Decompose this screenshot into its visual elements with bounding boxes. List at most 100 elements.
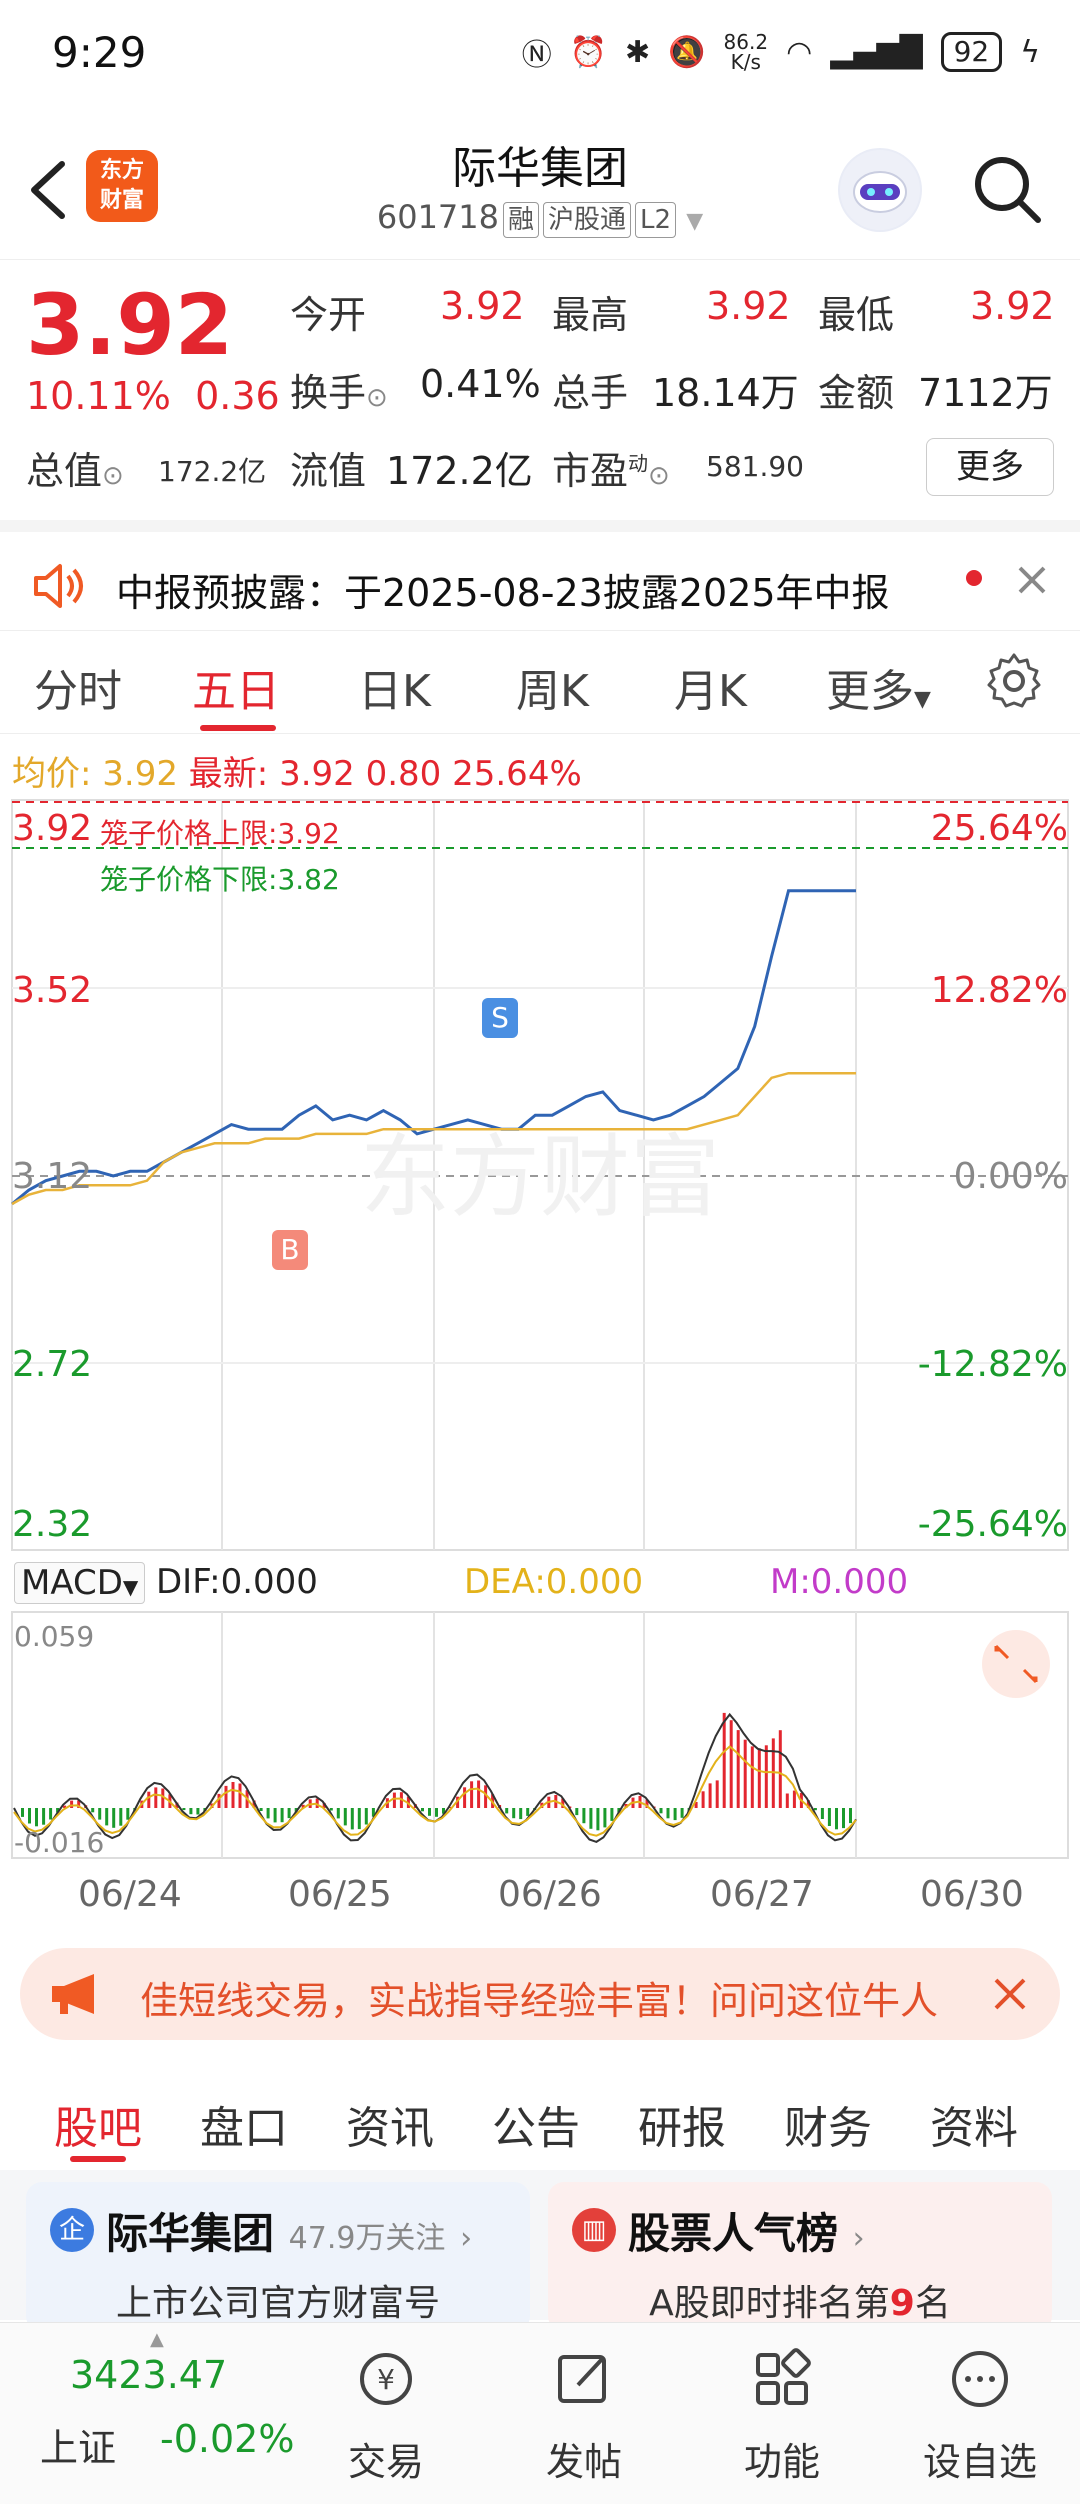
grid-icon (756, 2348, 811, 2405)
tab-monthly-k[interactable]: 月K (674, 655, 747, 719)
macd-bar (21, 1808, 24, 1817)
total-value: 172.2亿 (158, 455, 267, 488)
sell-marker[interactable]: S (482, 998, 518, 1038)
popularity-card[interactable]: ▥ 股票人气榜 › A股即时排名第9名 (548, 2182, 1052, 2332)
info-icon[interactable]: ⊙ (366, 383, 388, 413)
subtab-orderbook[interactable]: 盘口 (200, 2092, 288, 2156)
ytick-left-5: 2.32 (12, 1504, 93, 1545)
price-change: 10.11% 0.36 (26, 374, 280, 418)
turnover-label: 换手⊙ (290, 371, 388, 415)
popularity-card-sub: A股即时排名第9名 (649, 2283, 951, 2324)
index-ticker[interactable]: ▲ 3423.47 上证 -0.02% (0, 2323, 310, 2504)
macd-bar (820, 1808, 824, 1819)
trade-icon: ¥ (360, 2353, 412, 2405)
info-icon[interactable]: ⊙ (648, 461, 670, 491)
company-card-title: 际华集团 47.9万关注 › (106, 2209, 473, 2258)
stock-header: 东方 财富 际华集团 601718 融沪股通 L2 ▼ (0, 110, 1080, 260)
subtab-forum[interactable]: 股吧 (54, 2092, 142, 2156)
buy-marker[interactable]: B (272, 1230, 308, 1270)
dropdown-icon: ▼ (686, 209, 704, 234)
macd-bar (357, 1808, 361, 1830)
info-icon[interactable]: ⊙ (102, 461, 124, 491)
macd-bar (835, 1808, 838, 1830)
up-arrow-icon: ▲ (150, 2329, 164, 2350)
macd-bar (280, 1808, 284, 1823)
macd-bar (673, 1808, 677, 1821)
more-button[interactable]: 更多 (926, 438, 1054, 496)
low-label: 最低 (818, 293, 895, 337)
macd-bar (842, 1808, 845, 1829)
macd-bar (91, 1808, 95, 1813)
macd-bar (70, 1800, 74, 1808)
subtab-research[interactable]: 研报 (638, 2092, 726, 2156)
amount-value: 7112万 (918, 371, 1053, 415)
macd-bar (785, 1793, 789, 1808)
notice-bar[interactable]: 中报预披露：于2025-08-23披露2025年中报 (0, 520, 1080, 628)
nfc-icon: Ⓝ (521, 38, 552, 73)
nav-features[interactable]: 功能 (682, 2323, 882, 2504)
net-speed: 86.2 K/s (723, 30, 769, 74)
nav-add-watchlist[interactable]: 设自选 (880, 2323, 1080, 2504)
macd-bar (505, 1808, 509, 1814)
macd-bar (364, 1808, 368, 1825)
macd-bar (231, 1782, 235, 1808)
macd-bar (526, 1808, 530, 1816)
status-icons: Ⓝ ⏰ ✱ 🔕 86.2 K/s ◠ ▂▄▆█ 92 ϟ (522, 30, 1040, 74)
volume-label: 总手 (552, 371, 629, 415)
company-card-sub: 上市公司官方财富号 (115, 2283, 440, 2324)
status-bar: 9:29 Ⓝ ⏰ ✱ 🔕 86.2 K/s ◠ ▂▄▆█ 92 ϟ (0, 0, 1080, 110)
promo-banner[interactable]: 佳短线交易，实战指导经验丰富！问问这位牛人 (20, 1948, 1060, 2040)
ytick-right-2: 12.82% (930, 970, 1068, 1011)
subtab-financials[interactable]: 财务 (784, 2092, 872, 2156)
macd-bar (98, 1808, 102, 1820)
macd-bar (266, 1808, 270, 1819)
expand-chart-button[interactable] (982, 1630, 1050, 1698)
battery-level: 92 (940, 32, 1003, 72)
volume-value: 18.14万 (652, 371, 799, 415)
macd-bar (680, 1808, 684, 1818)
macd-bar (708, 1783, 712, 1808)
macd-bar (519, 1808, 523, 1820)
macd-bar (154, 1787, 158, 1808)
macd-bar (119, 1808, 123, 1826)
tab-daily-k[interactable]: 日K (358, 655, 431, 719)
macd-bar (778, 1730, 782, 1808)
macd-bar (428, 1808, 431, 1816)
settings-icon[interactable] (984, 651, 1044, 711)
macd-bar (792, 1790, 796, 1808)
float-value-label: 流值 (290, 449, 367, 493)
subtab-news[interactable]: 资讯 (346, 2092, 434, 2156)
macd-bar (147, 1791, 151, 1808)
nav-trade[interactable]: ¥ 交易 (286, 2323, 486, 2504)
macd-selector[interactable]: MACD▼ (14, 1562, 146, 1604)
open-label: 今开 (290, 293, 367, 337)
macd-bar (273, 1808, 277, 1823)
search-icon[interactable] (968, 150, 1048, 230)
high-value: 3.92 (706, 284, 791, 328)
avg-label: 均价: (12, 754, 92, 794)
company-card[interactable]: 企 际华集团 47.9万关注 › 上市公司官方财富号 (26, 2182, 530, 2332)
popularity-card-title: 股票人气榜 › (628, 2209, 865, 2258)
five-day-chart[interactable]: 东方财富 (0, 798, 1080, 1878)
subtab-announcements[interactable]: 公告 (492, 2092, 580, 2156)
macd-bar (126, 1808, 130, 1820)
subtab-profile[interactable]: 资料 (930, 2092, 1018, 2156)
bottom-nav: ▲ 3423.47 上证 -0.02% ¥ 交易 发帖 功能 设自选 (0, 2322, 1080, 2504)
ytick-right-5: -25.64% (917, 1504, 1068, 1545)
tab-weekly-k[interactable]: 周K (516, 655, 589, 719)
index-name: 上证 (40, 2426, 117, 2470)
tab-intraday[interactable]: 分时 (34, 655, 122, 719)
macd-bar (112, 1808, 116, 1828)
chart-info-line: 均价: 3.92 最新: 3.92 0.80 25.64% (12, 746, 582, 795)
tab-more[interactable]: 更多▼ (826, 655, 931, 719)
nav-post[interactable]: 发帖 (484, 2323, 684, 2504)
tab-five-day[interactable]: 五日 (192, 655, 280, 719)
close-icon[interactable] (990, 1974, 1030, 2014)
current-price: 3.92 (26, 276, 234, 374)
tag-margin: 融 (503, 202, 540, 238)
macd-bar (813, 1808, 817, 1811)
assistant-robot-icon[interactable] (838, 148, 922, 232)
index-value: 3423.47 (70, 2353, 228, 2397)
close-icon[interactable] (1012, 560, 1052, 600)
macd-bar (470, 1781, 474, 1808)
